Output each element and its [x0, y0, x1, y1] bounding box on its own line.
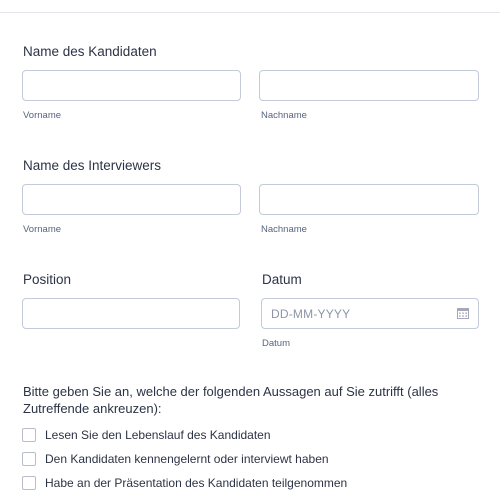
checkbox-option[interactable]: Den Kandidaten kennengelernt oder interv…	[22, 450, 329, 468]
interviewer-first-name-sublabel: Vorname	[23, 224, 62, 235]
interviewer-name-label: Name des Interviewers	[23, 158, 162, 173]
position-input[interactable]	[22, 298, 240, 329]
candidate-first-name-sublabel: Vorname	[23, 110, 62, 121]
checkbox-option[interactable]: Habe an der Präsentation des Kandidaten …	[22, 474, 347, 492]
statements-question: Bitte geben Sie an, welche der folgenden…	[23, 384, 439, 416]
checkbox-label: Den Kandidaten kennengelernt oder interv…	[45, 452, 329, 466]
checkbox-label: Habe an der Präsentation des Kandidaten …	[45, 476, 348, 490]
interviewer-last-name-sublabel: Nachname	[261, 224, 307, 235]
interviewer-last-name-input[interactable]	[259, 184, 479, 215]
calendar-icon[interactable]	[457, 308, 469, 319]
candidate-last-name-sublabel: Nachname	[261, 110, 307, 121]
candidate-name-label: Name des Kandidaten	[23, 44, 157, 59]
checkbox-option[interactable]: Lesen Sie den Lebenslauf des Kandidaten	[22, 426, 271, 444]
candidate-last-name-input[interactable]	[259, 70, 479, 101]
candidate-first-name-input[interactable]	[22, 70, 241, 101]
interviewer-first-name-input[interactable]	[22, 184, 241, 215]
date-label: Datum	[262, 272, 302, 287]
checkbox[interactable]	[22, 452, 36, 466]
header-divider	[0, 12, 500, 13]
date-input[interactable]: DD-MM-YYYY	[261, 298, 479, 329]
checkbox[interactable]	[22, 476, 36, 490]
checkbox-label: Lesen Sie den Lebenslauf des Kandidaten	[45, 428, 271, 442]
checkbox[interactable]	[22, 428, 36, 442]
date-placeholder: DD-MM-YYYY	[271, 306, 351, 321]
position-label: Position	[23, 272, 72, 287]
date-sublabel: Datum	[262, 338, 290, 349]
